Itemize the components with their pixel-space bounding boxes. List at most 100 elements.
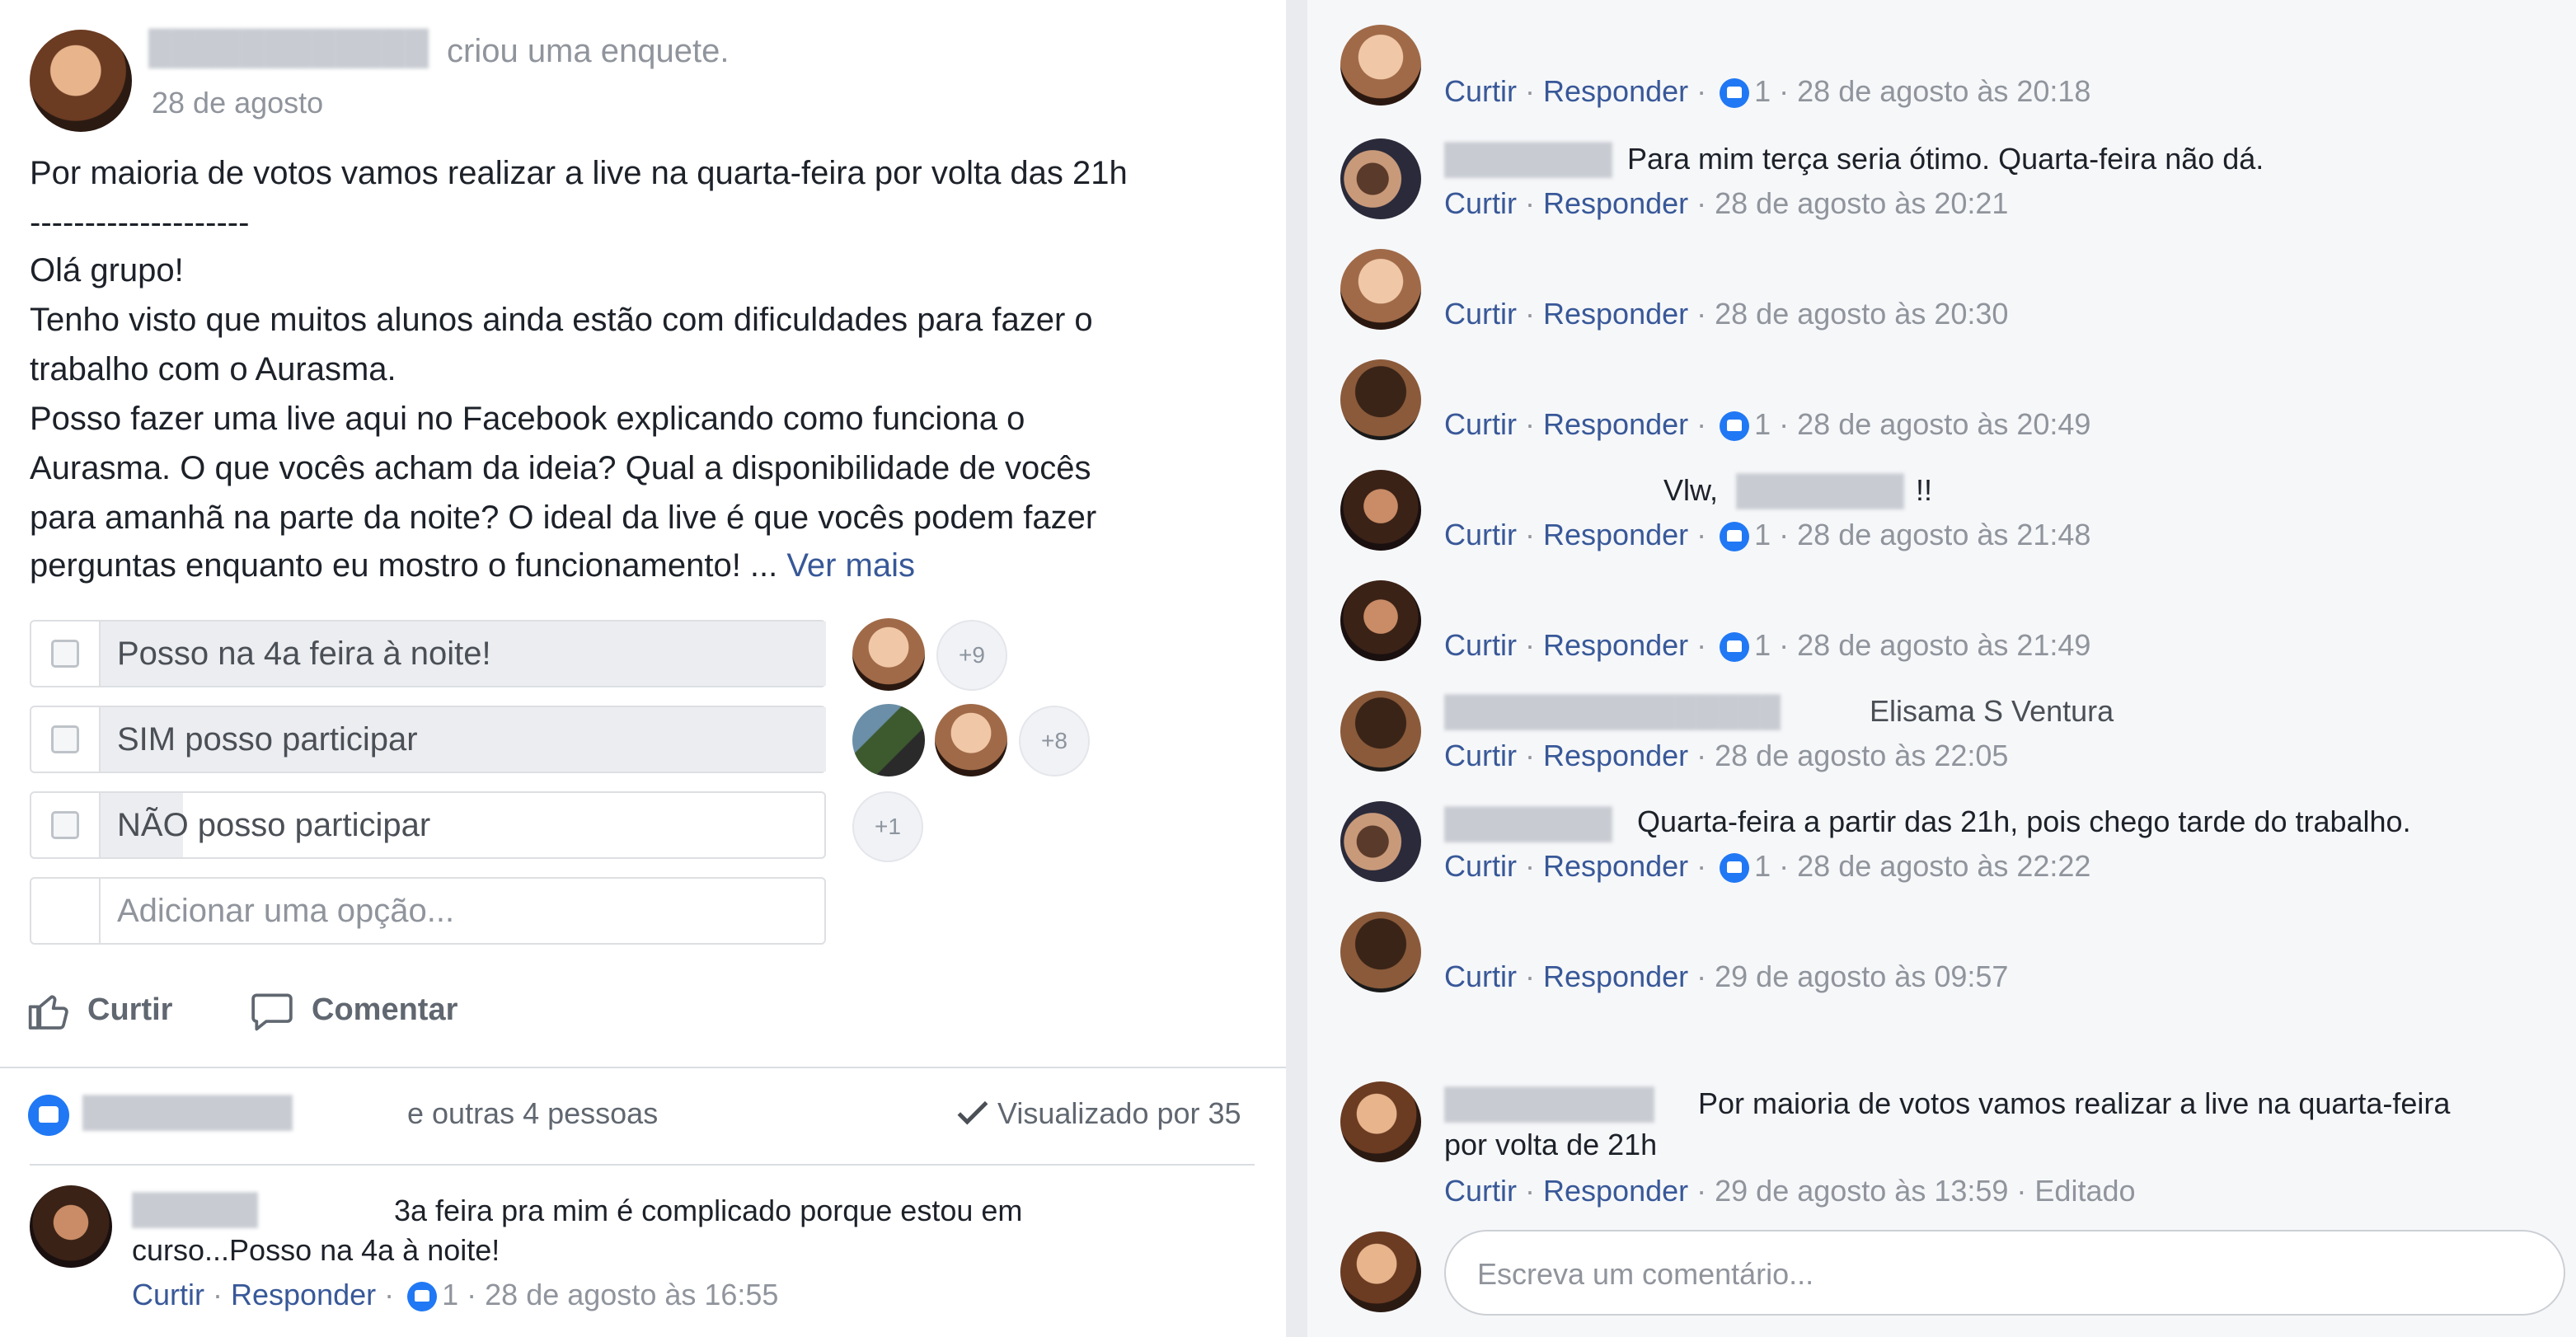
comment-time[interactable]: 28 de agosto às 21:49 <box>1797 628 2090 662</box>
commenter-avatar[interactable] <box>1340 138 1421 219</box>
sep: · <box>1517 849 1543 883</box>
sep: · <box>1688 959 1715 993</box>
comment-reply-link[interactable]: Responder <box>231 1278 376 1311</box>
commenter-name-redacted[interactable]: ██████████ <box>1444 1086 1654 1121</box>
post-body-line: perguntas enquanto eu mostro o funcionam… <box>30 541 915 590</box>
commenter-avatar[interactable] <box>1340 1081 1421 1162</box>
comment-reply-link[interactable]: Responder <box>1543 518 1688 551</box>
thumbs-up-icon <box>28 995 68 1030</box>
comment-like-link[interactable]: Curtir <box>1444 959 1517 993</box>
reactions-summary[interactable]: e outras 4 pessoas <box>407 1096 658 1131</box>
commenter-name-redacted[interactable]: ████████ <box>1444 142 1612 176</box>
comment-time[interactable]: 29 de agosto às 13:59 <box>1715 1174 2008 1208</box>
commenter-avatar[interactable] <box>1340 580 1421 661</box>
commenter-avatar[interactable] <box>1340 359 1421 440</box>
divider <box>30 1164 1255 1166</box>
like-button[interactable]: Curtir <box>26 988 191 1037</box>
edited-label[interactable]: Editado <box>2034 1174 2135 1208</box>
comment-time[interactable]: 28 de agosto às 20:30 <box>1715 297 2008 331</box>
comment-reply-link[interactable]: Responder <box>1543 74 1688 108</box>
comment-like-link[interactable]: Curtir <box>1444 74 1517 108</box>
like-count[interactable]: 1 <box>442 1278 458 1311</box>
comment-like-link[interactable]: Curtir <box>1444 628 1517 662</box>
voter-avatar[interactable] <box>852 704 925 776</box>
comment-meta: Curtir · Responder · 1 · 28 de agosto às… <box>1444 518 2090 552</box>
voter-avatar[interactable] <box>935 704 1007 776</box>
like-count-icon[interactable] <box>407 1282 438 1311</box>
comment-like-link[interactable]: Curtir <box>132 1278 204 1311</box>
comment-reply-link[interactable]: Responder <box>1543 1174 1688 1208</box>
comment-time[interactable]: 28 de agosto às 22:22 <box>1797 849 2090 883</box>
tagged-person[interactable]: Elisama S Ventura <box>1870 694 2114 729</box>
comment-reply-link[interactable]: Responder <box>1543 186 1688 220</box>
voter-count-bubble[interactable]: +1 <box>852 791 923 862</box>
commenter-avatar[interactable] <box>1340 25 1421 106</box>
comment-time[interactable]: 28 de agosto às 20:18 <box>1797 74 2090 108</box>
comment-like-link[interactable]: Curtir <box>1444 186 1517 220</box>
like-count[interactable]: 1 <box>1754 407 1771 441</box>
poll-option[interactable]: SIM posso participar <box>30 706 826 773</box>
comment-time[interactable]: 28 de agosto às 16:55 <box>485 1278 778 1311</box>
like-reaction-icon[interactable] <box>28 1095 69 1136</box>
voter-avatar[interactable] <box>852 618 925 691</box>
sep: · <box>1771 628 1798 662</box>
voter-count-bubble[interactable]: +8 <box>1019 706 1090 776</box>
reactor-names-redacted[interactable]: ██████████ <box>82 1095 293 1129</box>
post-body-text: perguntas enquanto eu mostro o funcionam… <box>30 547 778 584</box>
comment-time[interactable]: 28 de agosto às 21:48 <box>1797 518 2090 551</box>
like-count-icon[interactable] <box>1720 632 1750 662</box>
poll-option[interactable]: NÃO posso participar <box>30 791 826 859</box>
commenter-avatar[interactable] <box>30 1185 112 1268</box>
like-count-icon[interactable] <box>1720 411 1750 441</box>
like-count[interactable]: 1 <box>1754 628 1771 662</box>
like-count-icon[interactable] <box>1720 522 1750 551</box>
commenter-name-redacted[interactable]: ████████ <box>1444 806 1612 841</box>
comment-like-link[interactable]: Curtir <box>1444 739 1517 772</box>
comment-time[interactable]: 29 de agosto às 09:57 <box>1715 959 2008 993</box>
comment-like-link[interactable]: Curtir <box>1444 1174 1517 1208</box>
commenter-avatar[interactable] <box>1340 691 1421 772</box>
add-poll-option[interactable]: Adicionar uma opção... <box>30 877 826 945</box>
poll-checkbox[interactable] <box>51 725 79 753</box>
comment-like-link[interactable]: Curtir <box>1444 518 1517 551</box>
commenter-name-redacted[interactable]: ████████████████ <box>1444 694 1781 729</box>
comment-time[interactable]: 28 de agosto às 20:49 <box>1797 407 2090 441</box>
poll-checkbox[interactable] <box>51 640 79 668</box>
comment-composer[interactable] <box>1444 1230 2565 1316</box>
comment-like-link[interactable]: Curtir <box>1444 297 1517 331</box>
comment-meta: Curtir · Responder · 1 · 28 de agosto às… <box>132 1278 778 1312</box>
seen-by[interactable]: Visualizado por 35 <box>956 1096 1241 1131</box>
comment-reply-link[interactable]: Responder <box>1543 959 1688 993</box>
comment-reply-link[interactable]: Responder <box>1543 628 1688 662</box>
comment-reply-link[interactable]: Responder <box>1543 849 1688 883</box>
voter-count-bubble[interactable]: +9 <box>936 620 1007 691</box>
like-count-icon[interactable] <box>1720 853 1750 883</box>
comment-reply-link[interactable]: Responder <box>1543 407 1688 441</box>
comment-like-link[interactable]: Curtir <box>1444 407 1517 441</box>
sep: · <box>1771 849 1798 883</box>
author-name-redacted[interactable]: ████████████ <box>148 30 429 67</box>
comment-input[interactable] <box>1476 1253 2534 1296</box>
commenter-avatar[interactable] <box>1340 470 1421 551</box>
like-count[interactable]: 1 <box>1754 518 1771 551</box>
comment-time[interactable]: 28 de agosto às 20:21 <box>1715 186 2008 220</box>
like-count[interactable]: 1 <box>1754 74 1771 108</box>
comment-time[interactable]: 28 de agosto às 22:05 <box>1715 739 2008 772</box>
post-date[interactable]: 28 de agosto <box>152 86 323 120</box>
comment-like-link[interactable]: Curtir <box>1444 849 1517 883</box>
comment-reply-link[interactable]: Responder <box>1543 739 1688 772</box>
see-more-link[interactable]: Ver mais <box>786 547 915 584</box>
like-count-icon[interactable] <box>1720 78 1750 108</box>
commenter-avatar[interactable] <box>1340 249 1421 330</box>
commenter-avatar[interactable] <box>1340 801 1421 882</box>
mentioned-name-redacted[interactable]: ████████ <box>1736 473 1904 508</box>
poll-option[interactable]: Posso na 4a feira à noite! <box>30 620 826 687</box>
commenter-name-redacted[interactable]: ██████ <box>132 1192 258 1227</box>
comment-button[interactable]: Comentar <box>249 988 488 1037</box>
author-avatar[interactable] <box>30 30 132 132</box>
poll-checkbox[interactable] <box>51 811 79 839</box>
sep: · <box>1688 518 1715 551</box>
comment-reply-link[interactable]: Responder <box>1543 297 1688 331</box>
like-count[interactable]: 1 <box>1754 849 1771 883</box>
commenter-avatar[interactable] <box>1340 912 1421 992</box>
